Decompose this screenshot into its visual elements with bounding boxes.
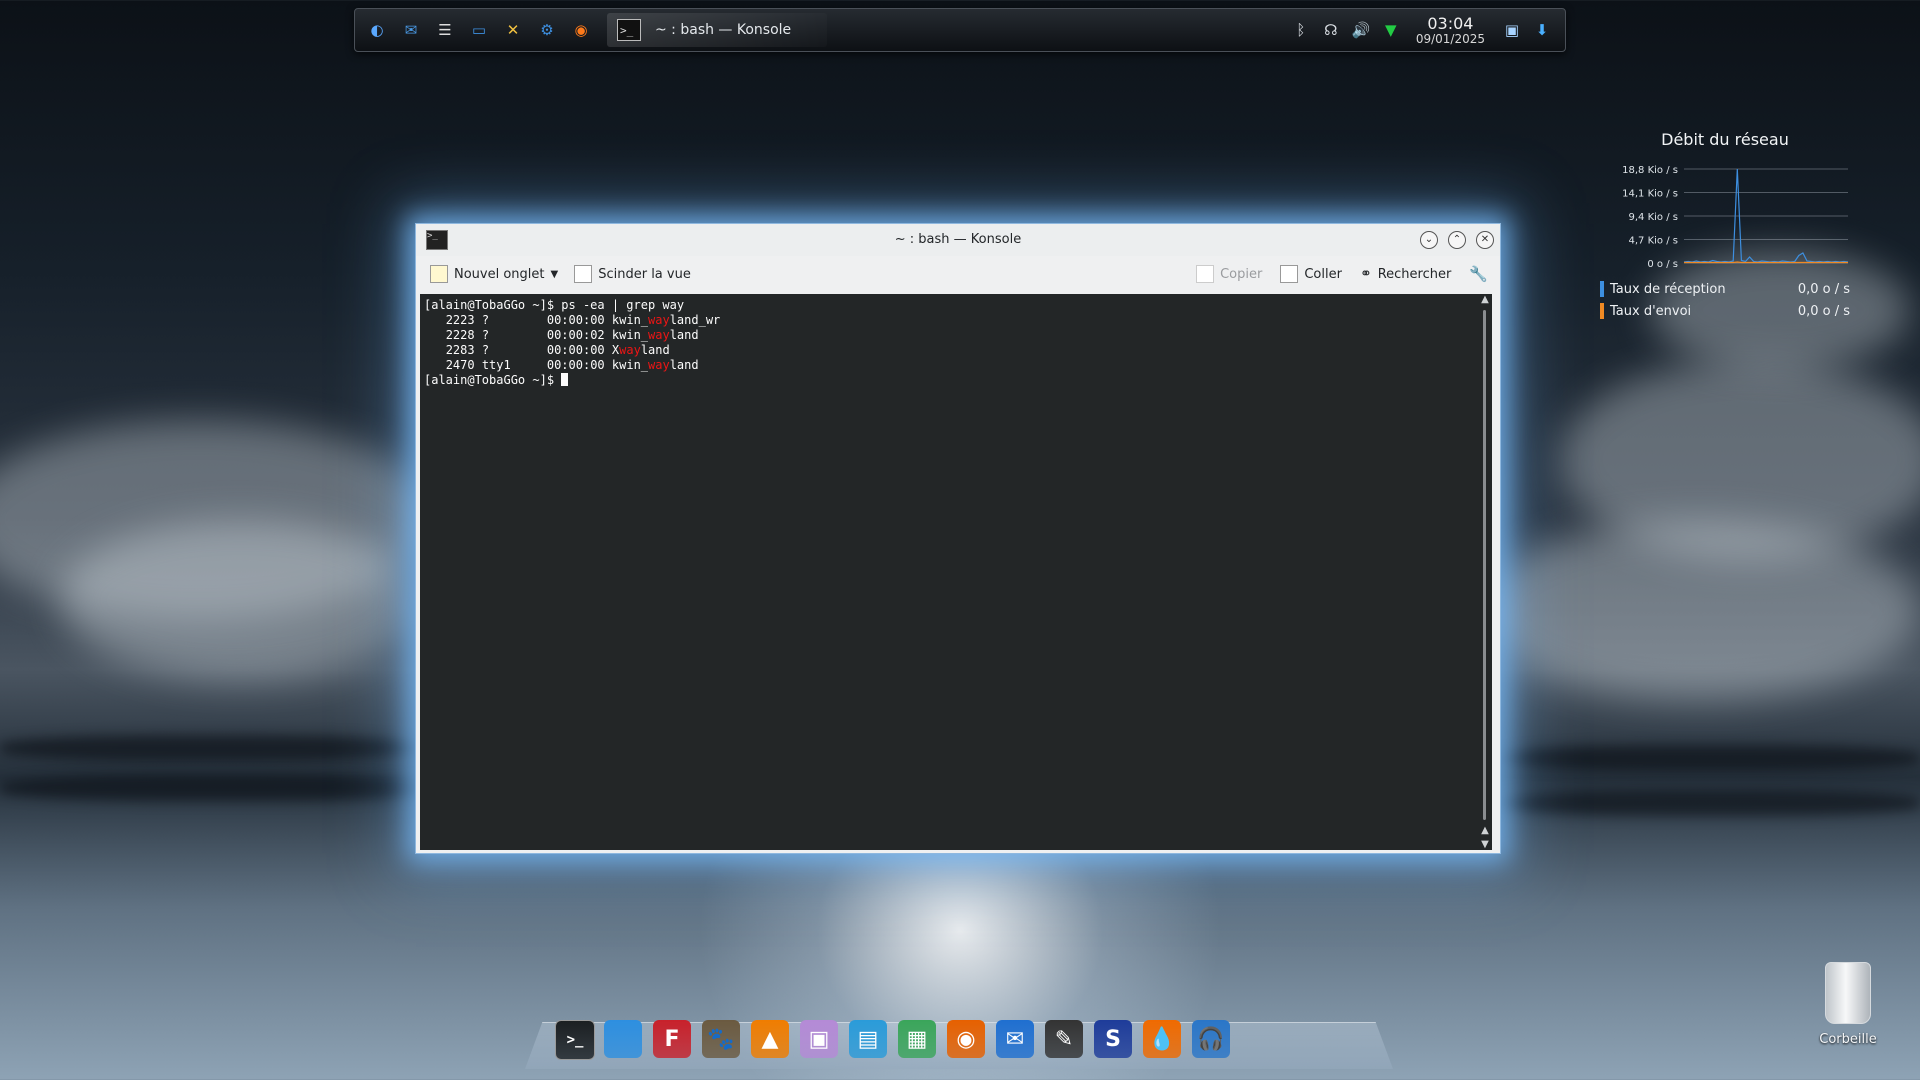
trash-label: Corbeille <box>1819 1032 1877 1047</box>
trash-icon <box>1825 962 1871 1024</box>
search-button[interactable]: ⚭ Rechercher <box>1354 260 1457 288</box>
copy-icon <box>1196 265 1215 283</box>
y-tick-label: 4,7 Kio / s <box>1629 236 1678 247</box>
trash-desktop-item[interactable]: Corbeille <box>1808 962 1888 1047</box>
split-view-label: Scinder la vue <box>598 266 691 282</box>
terminal-cursor <box>561 373 569 386</box>
network-chart: 18,8 Kio / s 14,1 Kio / s 9,4 Kio / s 4,7 K… <box>1622 165 1849 270</box>
legend-sending: Taux d'envoi 0,0 o / s <box>1600 300 1850 322</box>
filezilla-icon[interactable]: F <box>653 1020 691 1058</box>
mail-icon[interactable]: ✉ <box>399 18 423 42</box>
paste-icon <box>1280 265 1299 283</box>
system-gear-icon[interactable]: ⚙ <box>535 18 559 42</box>
taskbar-konsole-button[interactable]: >_ ~ : bash — Konsole <box>607 13 827 47</box>
scroll-up-arrow-icon[interactable]: ▲ <box>1478 294 1492 305</box>
taskbar-konsole-label: ~ : bash — Konsole <box>655 22 792 38</box>
vlc-icon[interactable]: ▲ <box>751 1020 789 1058</box>
legend-sending-value: 0,0 o / s <box>1797 303 1850 319</box>
copy-label: Copier <box>1220 266 1263 282</box>
process-row: 2470 tty1 00:00:00 kwin_wayland <box>445 358 699 372</box>
terminal-command-line: [alain@TobaGGo ~]$ ps -ea | grep way <box>424 298 685 312</box>
clock-date: 09/01/2025 <box>1415 31 1485 46</box>
close-button[interactable]: ✕ <box>1476 231 1494 249</box>
menu-wrench-button[interactable]: 🔧 <box>1463 260 1494 288</box>
wrench-icon: 🔧 <box>1469 265 1488 283</box>
terminal-area[interactable]: [alain@TobaGGo ~]$ ps -ea | grep way 222… <box>420 294 1492 850</box>
legend-reception-value: 0,0 o / s <box>1797 281 1850 297</box>
scrollbar-track[interactable] <box>1483 310 1486 820</box>
gimp-icon[interactable]: 🐾 <box>702 1020 740 1058</box>
app-menu-icon[interactable]: ◐ <box>365 18 389 42</box>
legend-reception: Taux de réception 0,0 o / s <box>1600 278 1850 300</box>
dolphin-icon[interactable] <box>604 1020 642 1058</box>
bluetooth-icon[interactable]: ᛒ <box>1290 21 1312 39</box>
task-list-icon[interactable]: ☰ <box>433 18 457 42</box>
terminal-output: [alain@TobaGGo ~]$ ps -ea | grep way 222… <box>420 294 1492 392</box>
process-row: 2283 ? 00:00:00 Xwayland <box>445 343 670 357</box>
calc-icon[interactable]: ▦ <box>898 1020 936 1058</box>
scroll-down-arrow-icon[interactable]: ▼ <box>1478 839 1492 850</box>
sending-series-line <box>1684 261 1848 264</box>
y-tick-label: 9,4 Kio / s <box>1629 212 1678 223</box>
network-icon[interactable]: ▼ <box>1380 21 1402 39</box>
scroll-up-arrow-icon[interactable]: ▲ <box>1478 825 1492 836</box>
copy-button[interactable]: Copier <box>1190 260 1268 288</box>
terminal-scrollbar[interactable]: ▲ ▲ ▼ <box>1478 294 1492 850</box>
window-titlebar[interactable]: >_ ~ : bash — Konsole ⌄ ⌃ ✕ <box>416 224 1500 256</box>
konsole-task-icon: >_ <box>617 19 641 41</box>
legend-reception-label: Taux de réception <box>1610 281 1726 297</box>
reception-swatch <box>1600 281 1604 297</box>
window-title: ~ : bash — Konsole <box>894 232 1022 247</box>
volume-icon[interactable]: 🔊 <box>1350 21 1372 39</box>
konsole-window: >_ ~ : bash — Konsole ⌄ ⌃ ✕ Nouvel ongle… <box>415 223 1501 854</box>
digital-clock[interactable]: 03:04 09/01/2025 <box>1415 13 1485 46</box>
clock-time: 03:04 <box>1427 13 1474 33</box>
paste-button[interactable]: Coller <box>1274 260 1348 288</box>
network-widget-title: Débit du réseau <box>1661 130 1789 149</box>
konsole-icon[interactable]: >_ <box>555 1020 595 1060</box>
writer-icon[interactable]: ▤ <box>849 1020 887 1058</box>
chevron-down-icon[interactable]: ▼ <box>551 269 559 280</box>
minimize-button[interactable]: ⌄ <box>1420 231 1438 249</box>
paste-label: Coller <box>1304 266 1342 282</box>
process-row: 2223 ? 00:00:00 kwin_wayland_wr <box>445 313 721 327</box>
split-view-button[interactable]: Scinder la vue <box>568 260 697 288</box>
sending-swatch <box>1600 303 1604 319</box>
new-tab-button[interactable]: Nouvel onglet ▼ <box>424 260 564 288</box>
network-speed-widget: Débit du réseau 18,8 Kio / s 14,1 Kio / s… <box>1600 130 1850 322</box>
y-tick-label: 14,1 Kio / s <box>1622 189 1678 200</box>
search-label: Rechercher <box>1377 266 1452 282</box>
settings-tools-icon[interactable]: ✕ <box>501 18 525 42</box>
photo-app-icon[interactable]: ▣ <box>800 1020 838 1058</box>
app-s-icon[interactable]: S <box>1094 1020 1132 1058</box>
kde-connect-icon[interactable]: ☊ <box>1320 21 1342 39</box>
top-panel: ◐ ✉ ☰ ▭ ✕ ⚙ ◉ >_ ~ : bash — Konsole ᛒ ☊ … <box>354 8 1566 52</box>
konsole-toolbar: Nouvel onglet ▼ Scinder la vue Copier Co… <box>416 256 1500 292</box>
terminal-prompt: [alain@TobaGGo ~]$ <box>424 373 562 387</box>
thunderbird-icon[interactable]: ✉ <box>996 1020 1034 1058</box>
system-tray: ᛒ ☊ 🔊 ▼ 03:04 09/01/2025 ▣ ⬇ <box>1282 13 1565 46</box>
process-row: 2228 ? 00:00:02 kwin_wayland <box>445 328 699 342</box>
firefox-dock-icon[interactable]: ◉ <box>947 1020 985 1058</box>
split-view-icon <box>574 265 593 283</box>
binoculars-icon: ⚭ <box>1359 266 1372 282</box>
inkscape-pen-icon[interactable]: ✎ <box>1045 1020 1083 1058</box>
firefox-icon[interactable]: ◉ <box>569 18 593 42</box>
new-tab-label: Nouvel onglet <box>454 266 545 282</box>
y-tick-label: 18,8 Kio / s <box>1622 165 1678 176</box>
show-desktop-icon[interactable]: ▣ <box>1501 21 1523 39</box>
updates-icon[interactable]: ⬇ <box>1531 21 1553 39</box>
y-tick-label: 0 o / s <box>1647 259 1678 270</box>
new-tab-icon <box>430 265 448 283</box>
maximize-button[interactable]: ⌃ <box>1448 231 1466 249</box>
drop-app-icon[interactable]: 💧 <box>1143 1020 1181 1058</box>
headphones-icon[interactable]: 🎧 <box>1192 1020 1230 1058</box>
file-manager-icon[interactable]: ▭ <box>467 18 491 42</box>
legend-sending-label: Taux d'envoi <box>1610 303 1692 319</box>
